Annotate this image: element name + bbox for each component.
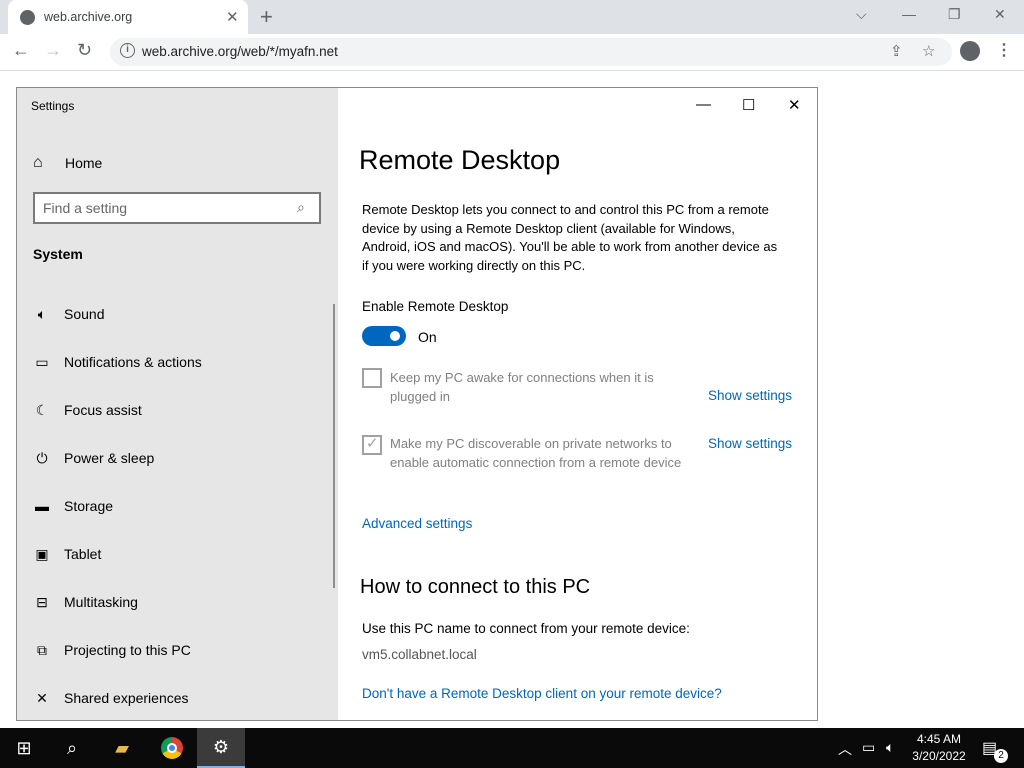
sidebar-item-projecting[interactable]: ⧉ Projecting to this PC xyxy=(33,638,323,662)
speaker-icon: 🔈︎ xyxy=(37,305,47,322)
projecting-icon: ⧉ xyxy=(37,641,47,658)
show-settings-link-keep-awake[interactable]: Show settings xyxy=(708,388,792,403)
connect-instructions: Use this PC name to connect from your re… xyxy=(362,621,690,636)
keep-awake-label: Keep my PC awake for connections when it… xyxy=(390,370,654,404)
sidebar-section-title: System xyxy=(33,246,83,262)
sidebar-item-notifications[interactable]: ▭ Notifications & actions xyxy=(33,350,323,374)
sidebar-item-label: Projecting to this PC xyxy=(64,642,191,658)
power-icon: ⏻ xyxy=(36,449,48,466)
keep-awake-checkbox[interactable] xyxy=(362,368,382,388)
toggle-knob xyxy=(390,331,400,341)
checkmark-icon: ✓ xyxy=(366,435,379,452)
address-bar[interactable]: i web.archive.org/web/*/myafn.net ⇪ ☆ xyxy=(110,38,952,66)
sidebar-item-home[interactable]: ⌂ Home xyxy=(33,152,102,174)
notification-badge: 2 xyxy=(994,749,1008,763)
menu-icon[interactable]: ⋮ xyxy=(996,40,1012,60)
sidebar-item-focus-assist[interactable]: ☾ Focus assist xyxy=(33,398,323,422)
sidebar-scrollbar[interactable] xyxy=(333,304,335,588)
discoverable-label: Make my PC discoverable on private netwo… xyxy=(390,436,682,470)
window-close-icon[interactable]: ✕ xyxy=(788,96,801,114)
sidebar-item-shared-experiences[interactable]: ✕ Shared experiences xyxy=(33,686,323,710)
sidebar-item-label: Shared experiences xyxy=(64,690,189,706)
tray-chevron-up-icon[interactable]: ︿ xyxy=(838,739,852,759)
minimize-icon[interactable]: — xyxy=(902,6,916,22)
sidebar-item-power-sleep[interactable]: ⏻ Power & sleep xyxy=(33,446,323,470)
search-input[interactable] xyxy=(43,199,283,217)
sidebar-item-label: Notifications & actions xyxy=(64,354,202,370)
settings-content: — ☐ ✕ Remote Desktop Remote Desktop lets… xyxy=(338,88,817,720)
storage-icon: ▬ xyxy=(35,498,49,514)
network-icon[interactable]: ▭ xyxy=(862,739,875,756)
windows-start-icon[interactable]: ⊞ xyxy=(0,728,48,768)
client-download-link[interactable]: Don't have a Remote Desktop client on yo… xyxy=(362,686,722,701)
taskbar: ⊞ ⌕ ▰ ⚙ ︿ ▭ 🔈︎ 4:45 AM 3/20/2022 ▤ 2 xyxy=(0,728,1024,768)
sidebar-home-label: Home xyxy=(65,155,103,171)
page-title: Remote Desktop xyxy=(359,145,561,175)
window-minimize-icon[interactable]: — xyxy=(696,96,711,113)
tab-title: web.archive.org xyxy=(44,10,133,24)
discoverable-checkbox[interactable]: ✓ xyxy=(362,435,382,455)
page-description: Remote Desktop lets you connect to and c… xyxy=(362,202,778,273)
new-tab-button[interactable]: + xyxy=(260,4,273,30)
multitasking-icon: ⊟ xyxy=(36,593,48,610)
tablet-icon: ▣ xyxy=(35,545,49,562)
reload-icon[interactable]: ↻ xyxy=(77,40,92,61)
back-icon[interactable]: ← xyxy=(12,40,30,61)
connect-heading: How to connect to this PC xyxy=(360,576,591,598)
taskbar-search-icon[interactable]: ⌕ xyxy=(48,728,96,768)
app-title: Settings xyxy=(31,99,75,113)
profile-icon[interactable] xyxy=(960,41,980,61)
window-maximize-icon[interactable]: ☐ xyxy=(742,96,755,114)
volume-icon[interactable]: 🔈︎ xyxy=(886,739,894,756)
sidebar-item-tablet[interactable]: ▣ Tablet xyxy=(33,542,323,566)
sidebar-item-label: Sound xyxy=(64,306,105,322)
clock-time[interactable]: 4:45 AM xyxy=(914,732,964,746)
sidebar-item-storage[interactable]: ▬ Storage xyxy=(33,494,323,518)
sidebar-item-label: Storage xyxy=(64,498,114,514)
settings-gear-icon[interactable]: ⚙ xyxy=(197,728,245,768)
url-text[interactable]: web.archive.org/web/*/myafn.net xyxy=(142,44,338,59)
pc-name: vm5.collabnet.local xyxy=(362,647,477,662)
share-icon[interactable]: ⇪ xyxy=(890,42,903,60)
enable-remote-desktop-label: Enable Remote Desktop xyxy=(362,299,509,314)
home-icon: ⌂ xyxy=(33,154,43,171)
enable-remote-desktop-toggle[interactable] xyxy=(362,326,406,346)
browser-toolbar: ← → ↻ i web.archive.org/web/*/myafn.net … xyxy=(0,34,1024,71)
advanced-settings-link[interactable]: Advanced settings xyxy=(362,516,472,531)
tab-close-icon[interactable]: ✕ xyxy=(226,8,239,26)
globe-icon xyxy=(20,10,35,25)
moon-icon: ☾ xyxy=(35,401,49,418)
sidebar-item-multitasking[interactable]: ⊟ Multitasking xyxy=(33,590,323,614)
sidebar-item-label: Multitasking xyxy=(64,594,138,610)
sidebar-item-label: Focus assist xyxy=(64,402,142,418)
info-icon[interactable]: i xyxy=(120,43,135,58)
browser-tab-bar: web.archive.org ✕ + ⌵ — ❐ ✕ xyxy=(0,0,1024,34)
show-settings-link-discoverable[interactable]: Show settings xyxy=(708,436,792,451)
tab-search-icon[interactable]: ⌵ xyxy=(856,6,867,23)
file-explorer-icon[interactable]: ▰ xyxy=(98,728,146,768)
settings-sidebar: Settings ⌂ Home ⌕ System 🔈︎ Sound ▭ Noti… xyxy=(17,88,338,720)
chrome-icon[interactable] xyxy=(148,728,196,768)
close-icon[interactable]: ✕ xyxy=(994,6,1006,23)
search-box[interactable]: ⌕ xyxy=(33,192,321,224)
star-icon[interactable]: ☆ xyxy=(922,42,935,60)
sidebar-item-label: Power & sleep xyxy=(64,450,155,466)
notification-icon: ▭ xyxy=(35,353,49,370)
browser-tab[interactable]: web.archive.org ✕ xyxy=(8,0,248,34)
sidebar-item-label: Tablet xyxy=(64,546,102,562)
clock-date[interactable]: 3/20/2022 xyxy=(909,749,969,763)
toggle-state-label: On xyxy=(418,329,437,345)
sidebar-item-sound[interactable]: 🔈︎ Sound xyxy=(33,302,323,326)
shared-experiences-icon: ✕ xyxy=(36,689,48,706)
search-icon[interactable]: ⌕ xyxy=(297,199,305,216)
settings-window: Settings ⌂ Home ⌕ System 🔈︎ Sound ▭ Noti… xyxy=(16,87,818,721)
forward-icon[interactable]: → xyxy=(44,40,62,61)
restore-icon[interactable]: ❐ xyxy=(948,6,961,23)
